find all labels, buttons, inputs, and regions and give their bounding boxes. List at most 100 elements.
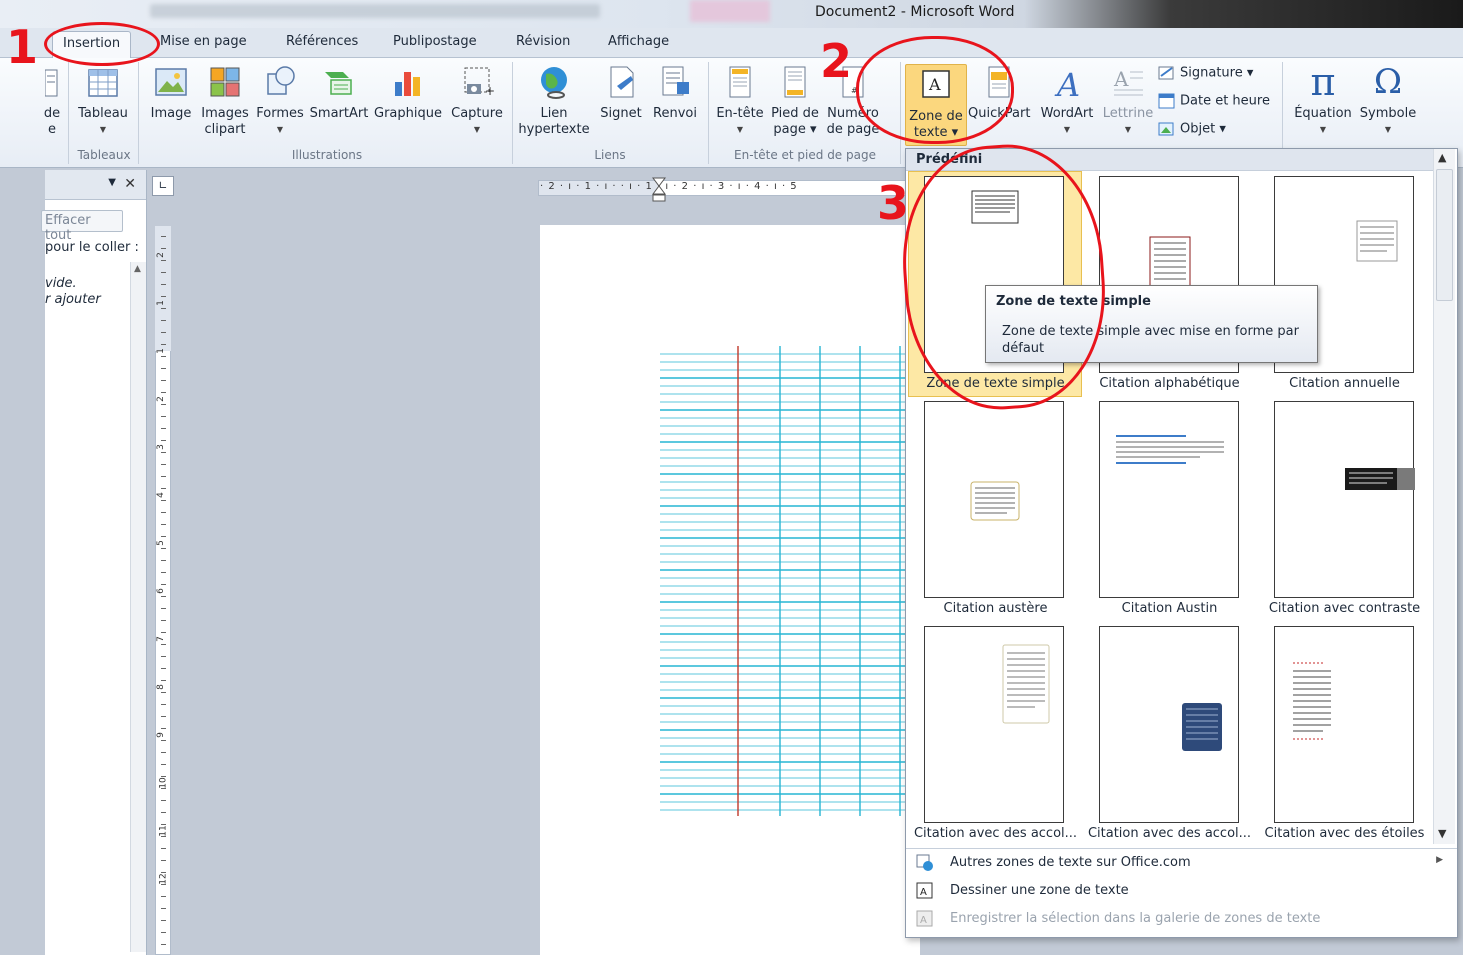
smartart-button[interactable]: SmartArt [308,64,370,122]
group-label-liens: Liens [594,148,626,162]
gallery-thumb-etoiles[interactable] [1274,626,1414,823]
signature-button[interactable]: Signature ▾ [1158,65,1253,81]
scroll-down-icon[interactable]: ▼ [1438,827,1446,840]
vertical-ruler-number: 11 [158,825,169,837]
menu-draw-text-box[interactable]: A Dessiner une zone de texte [906,877,1457,905]
tab-revision[interactable]: Révision [516,34,570,49]
effacer-tout-button[interactable]: Effacer tout [41,210,123,243]
pied-de-page-button[interactable]: Pied de page ▾ [768,64,822,138]
tab-selector-button[interactable]: ∟ [152,176,174,196]
gallery-scrollbar[interactable]: ▲ ▼ [1433,149,1455,844]
gallery-thumb-contraste[interactable] [1274,401,1415,598]
draw-text-box-icon: A [916,882,933,899]
wordart-button[interactable]: A WordArt ▼ [1036,64,1098,138]
vertical-ruler-tick [161,284,166,285]
vertical-ruler-tick [161,500,166,501]
annotation-number-2: 2 [820,34,853,88]
tab-references[interactable]: Références [286,34,358,49]
vertical-ruler-number: 5 [155,540,166,546]
gallery-thumb-accolades-2[interactable] [1099,626,1239,823]
thumb-preview [970,481,1020,521]
vertical-ruler-tick [161,776,166,777]
vertical-ruler-tick [161,536,166,537]
group-label-illustrations: Illustrations [291,148,363,162]
vertical-ruler-tick [161,440,166,441]
gallery-item-label: Citation avec des accol... [913,826,1078,841]
vertical-ruler-tick [161,392,166,393]
vertical-ruler-number: 10 [158,777,169,789]
vertical-ruler-tick [161,932,166,933]
entete-button[interactable]: En-tête ▼ [714,64,766,138]
svg-text:A: A [920,887,927,898]
svg-text:+: + [485,84,495,98]
clipboard-pane: ▼ ✕ Effacer tout pour le coller : vide. … [41,170,147,955]
vertical-ruler-tick [161,584,166,585]
vertical-ruler-tick [161,332,166,333]
vertical-ruler-number: 8 [155,684,166,690]
annotation-circle-1 [44,22,160,66]
image-button[interactable]: Image [148,64,194,122]
tableau-button[interactable]: Tableau ▼ [74,64,132,138]
vertical-ruler-number: 7 [155,636,166,642]
vertical-ruler-tick [161,296,166,297]
gallery-thumb-accolades-1[interactable] [924,626,1064,823]
vertical-ruler-number: 4 [155,492,166,498]
vertical-ruler-tick [161,812,166,813]
lettrine-button[interactable]: A Lettrine ▼ [1100,64,1156,138]
date-heure-button[interactable]: Date et heure [1158,93,1270,109]
footer-icon [784,66,806,98]
vertical-ruler-tick [161,860,166,861]
vertical-ruler-tick [161,872,166,873]
vertical-ruler-tick [161,380,166,381]
objet-button[interactable]: Objet ▾ [1158,121,1226,137]
scroll-up-icon[interactable]: ▲ [1438,151,1446,164]
office-online-icon [916,854,933,871]
signet-button[interactable]: Signet [596,64,646,122]
gallery-item-label: Citation avec des accol... [1087,826,1252,841]
vertical-ruler-tick [161,488,166,489]
annotation-number-3: 3 [877,176,910,230]
horizontal-ruler-numbers: · 2 · ı · 1 · ı · · ı · 1 · ı · 2 · ı · … [540,181,798,192]
images-clipart-button[interactable]: Images clipart [199,64,251,138]
tab-publipostage[interactable]: Publipostage [393,34,477,49]
graphique-button[interactable]: Graphique [372,64,444,122]
window-title: Document2 - Microsoft Word [815,4,1015,20]
vertical-ruler-tick [161,764,166,765]
group-separator [512,62,513,164]
vertical-ruler-tick [161,728,166,729]
symbole-button[interactable]: Ω Symbole ▼ [1356,64,1420,138]
lien-hypertexte-button[interactable]: Lien hypertexte [518,64,590,138]
vertical-ruler-tick [161,272,166,273]
blurred-window-tab [150,4,600,18]
close-icon[interactable]: ✕ [124,176,136,192]
vertical-ruler-tick [161,848,166,849]
capture-button[interactable]: + Capture ▼ [448,64,506,138]
chevron-down-icon: ▼ [1319,125,1327,134]
gallery-thumb-austere[interactable] [924,401,1064,598]
vertical-ruler-tick [161,344,166,345]
pane-scrollbar[interactable]: ▲ [130,262,146,952]
renvoi-button[interactable]: Renvoi [650,64,700,122]
tab-affichage[interactable]: Affichage [608,34,669,49]
vertical-ruler-tick [161,308,166,309]
vertical-ruler-tick [161,944,166,945]
equation-button[interactable]: π Équation ▼ [1290,63,1356,138]
tab-mise-en-page[interactable]: Mise en page [160,34,247,49]
formes-button[interactable]: Formes ▼ [255,64,305,138]
seyes-grid-image[interactable] [660,346,910,816]
vertical-ruler-tick [161,752,166,753]
pane-options-icon[interactable]: ▼ [108,177,116,188]
page-button-partial[interactable]: de e [40,64,64,138]
vertical-ruler-tick [161,824,166,825]
vertical-ruler-tick [161,884,166,885]
vertical-ruler-number: 12 [158,873,169,885]
vertical-ruler-tick [161,452,166,453]
gallery-thumb-austin[interactable] [1099,401,1239,598]
group-separator [138,62,139,164]
vertical-ruler-tick [161,560,166,561]
menu-more-text-boxes[interactable]: Autres zones de texte sur Office.com ▶ [906,849,1457,877]
wordart-icon: A [1054,66,1080,100]
thumb-preview [1293,662,1331,740]
indent-marker-icon[interactable] [651,176,667,204]
scrollbar-thumb[interactable] [1436,169,1453,301]
